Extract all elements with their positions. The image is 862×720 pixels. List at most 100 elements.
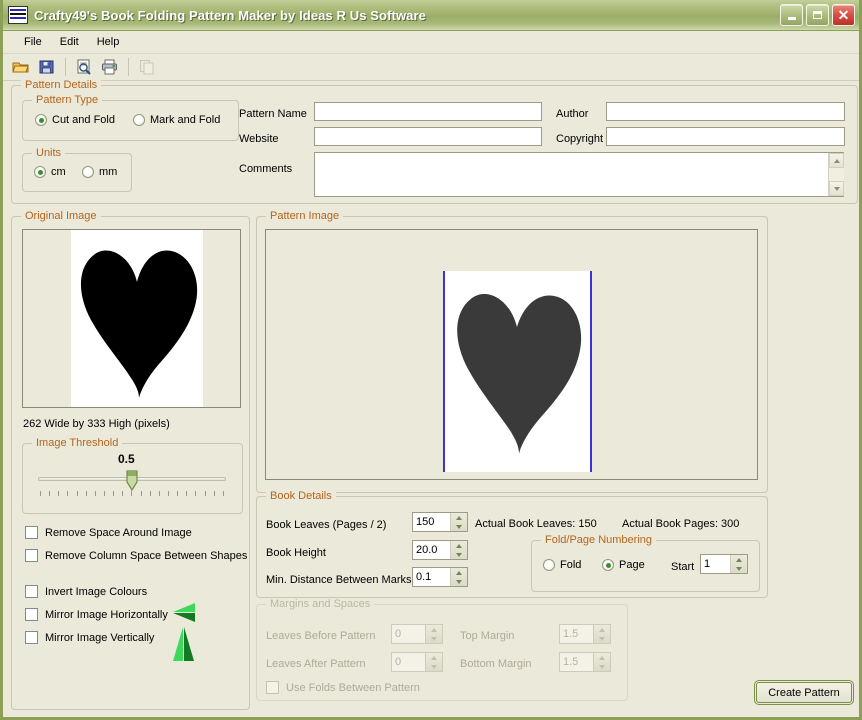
radio-mm[interactable]: mm	[82, 166, 117, 178]
pattern-details-legend: Pattern Details	[21, 79, 102, 91]
copyright-input[interactable]	[606, 127, 845, 146]
bottom-margin-increment-button	[594, 653, 610, 662]
checkbox-mirror-vertically-box	[25, 631, 38, 644]
radio-cm-label: cm	[51, 166, 66, 178]
margins-and-spaces-legend: Margins and Spaces	[266, 598, 375, 610]
leaves-before-pattern-value: 0	[395, 628, 402, 640]
menu-item-file[interactable]: File	[15, 34, 51, 50]
menu-item-help[interactable]: Help	[88, 34, 129, 50]
leaves-after-pattern-value: 0	[395, 656, 402, 668]
book-details-group: Book Details Book Leaves (Pages / 2) 150…	[256, 490, 768, 598]
book-leaves-spinner-buttons	[450, 513, 467, 531]
margins-and-spaces-group: Margins and Spaces Leaves Before Pattern…	[256, 598, 628, 701]
checkbox-remove-column-space-label: Remove Column Space Between Shapes	[45, 549, 248, 562]
comments-scroll-up-button[interactable]	[829, 153, 844, 168]
app-icon	[8, 6, 28, 24]
radio-page[interactable]: Page	[602, 559, 645, 571]
radio-mark-and-fold-label: Mark and Fold	[150, 114, 221, 126]
checkbox-mirror-horizontally[interactable]: Mirror Image Horizontally	[25, 608, 168, 621]
open-icon	[12, 62, 29, 73]
comments-scrollbar[interactable]	[828, 153, 844, 196]
menu-item-edit[interactable]: Edit	[51, 34, 88, 50]
print-preview-button[interactable]	[72, 56, 96, 78]
open-button[interactable]	[9, 56, 33, 78]
pattern-page-canvas	[443, 271, 592, 472]
original-image-preview[interactable]	[22, 229, 241, 408]
maximize-button[interactable]	[806, 4, 829, 26]
leaves-before-pattern-label: Leaves Before Pattern	[266, 630, 376, 642]
menu-item-help-label: Help	[96, 36, 120, 48]
min-distance-decrement-button[interactable]	[451, 577, 467, 586]
toolbar-separator-2	[128, 58, 129, 76]
book-height-spinner[interactable]: 20.0	[412, 540, 468, 560]
radio-cm[interactable]: cm	[34, 166, 66, 178]
chevron-up-icon	[833, 158, 840, 163]
close-button[interactable]: ✕	[832, 4, 855, 26]
radio-cut-and-fold[interactable]: Cut and Fold	[35, 114, 115, 126]
min-distance-increment-button[interactable]	[451, 568, 467, 577]
image-threshold-group: Image Threshold 0.5	[22, 437, 243, 514]
start-decrement-button[interactable]	[731, 564, 747, 573]
top-margin-value: 1.5	[563, 628, 579, 640]
window-title: Crafty49's Book Folding Pattern Maker by…	[34, 7, 426, 23]
leaves-before-increment-button	[426, 625, 442, 634]
pattern-type-legend: Pattern Type	[32, 94, 103, 106]
checkbox-remove-column-space[interactable]: Remove Column Space Between Shapes	[25, 549, 247, 562]
copy-button	[135, 56, 159, 78]
start-spinner[interactable]: 1	[700, 554, 748, 574]
toolbar	[3, 54, 859, 81]
checkbox-mirror-vertically-label: Mirror Image Vertically	[45, 631, 155, 644]
comments-scroll-down-button[interactable]	[829, 181, 844, 196]
image-threshold-value: 0.5	[118, 452, 135, 466]
radio-mark-and-fold[interactable]: Mark and Fold	[133, 114, 220, 126]
book-height-increment-button[interactable]	[451, 541, 467, 550]
top-margin-spinner: 1.5	[559, 624, 611, 644]
book-height-decrement-button[interactable]	[451, 550, 467, 559]
bottom-margin-spinner-buttons	[593, 653, 610, 671]
pattern-name-input[interactable]	[314, 102, 542, 121]
book-leaves-increment-button[interactable]	[451, 513, 467, 522]
pattern-image-legend: Pattern Image	[266, 210, 344, 222]
comments-input[interactable]	[314, 152, 844, 197]
image-threshold-slider-thumb[interactable]	[126, 470, 138, 492]
min-distance-value: 0.1	[416, 571, 432, 583]
original-image-group: Original Image 262 Wide by 333 High (pix…	[11, 210, 250, 710]
start-increment-button[interactable]	[731, 555, 747, 564]
top-margin-increment-button	[594, 625, 610, 634]
radio-fold[interactable]: Fold	[543, 559, 581, 571]
window-controls: ✕	[780, 4, 855, 26]
actual-book-pages-text: Actual Book Pages: 300	[622, 518, 740, 530]
checkbox-mirror-vertically[interactable]: Mirror Image Vertically	[25, 631, 154, 644]
leaves-before-pattern-spinner: 0	[391, 624, 443, 644]
checkbox-remove-space-around-image[interactable]: Remove Space Around Image	[25, 526, 192, 539]
book-leaves-decrement-button[interactable]	[451, 522, 467, 531]
checkbox-invert-image-colours[interactable]: Invert Image Colours	[25, 585, 147, 598]
original-image-canvas	[71, 230, 203, 407]
menu-item-edit-label: Edit	[59, 36, 79, 48]
radio-cm-indicator	[34, 166, 46, 178]
book-leaves-label: Book Leaves (Pages / 2)	[266, 519, 387, 531]
create-pattern-button-label: Create Pattern	[768, 686, 840, 699]
leaves-before-spinner-buttons	[425, 625, 442, 643]
start-value: 1	[704, 558, 711, 570]
original-image-dimensions: 262 Wide by 333 High (pixels)	[23, 418, 170, 430]
checkbox-remove-column-space-box	[25, 549, 38, 562]
checkbox-remove-space-around-image-label: Remove Space Around Image	[45, 526, 192, 539]
save-button[interactable]	[35, 56, 59, 78]
top-margin-decrement-button	[594, 634, 610, 643]
checkbox-use-folds-between-pattern-label: Use Folds Between Pattern	[286, 681, 420, 694]
min-distance-spinner[interactable]: 0.1	[412, 567, 468, 587]
start-label: Start	[671, 561, 695, 573]
website-input[interactable]	[314, 127, 542, 146]
author-label: Author	[556, 108, 589, 120]
author-input[interactable]	[606, 102, 845, 121]
menu-item-file-label: File	[24, 36, 42, 48]
print-button[interactable]	[98, 56, 122, 78]
create-pattern-button[interactable]: Create Pattern	[756, 682, 852, 703]
slider-thumb-icon	[126, 470, 138, 492]
toolbar-separator	[65, 58, 66, 76]
fold-page-numbering-group: Fold/Page Numbering Fold Page Start 1	[531, 534, 760, 592]
minimize-button[interactable]	[780, 4, 803, 26]
book-leaves-spinner[interactable]: 150	[412, 512, 468, 532]
pattern-image-preview[interactable]	[265, 229, 758, 480]
